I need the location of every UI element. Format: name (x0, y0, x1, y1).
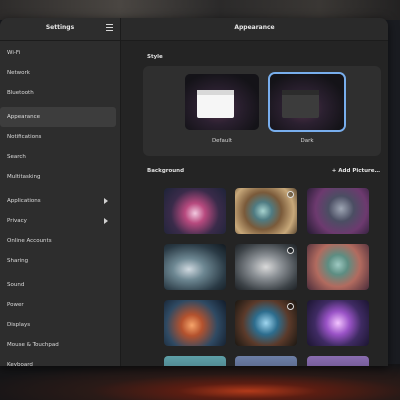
wallpaper-thumbnail[interactable] (235, 300, 297, 346)
sidebar-item-label: Keyboard (7, 362, 33, 366)
sidebar-item-label: Notifications (7, 134, 42, 140)
style-option-dark-label: Dark (300, 138, 314, 144)
add-picture-button[interactable]: + Add Picture… (332, 168, 380, 174)
sidebar-item-displays[interactable]: Displays (0, 315, 116, 335)
sidebar-item-privacy[interactable]: Privacy (0, 211, 116, 231)
style-section-label: Style (147, 54, 163, 60)
chevron-right-icon (104, 198, 108, 204)
sidebar-item-label: Online Accounts (7, 238, 52, 244)
sidebar-item-label: Mouse & Touchpad (7, 342, 59, 348)
sidebar-item-search[interactable]: Search (0, 147, 116, 167)
sidebar-item-label: Search (7, 154, 26, 160)
main-header: Appearance (121, 18, 388, 41)
sidebar-item-label: Sharing (7, 258, 29, 264)
sidebar-item-label: Power (7, 302, 24, 308)
sidebar-item-label: Network (7, 70, 30, 76)
wallpaper-thumbnail[interactable] (164, 188, 226, 234)
wallpaper-thumbnail[interactable] (307, 188, 369, 234)
main-panel: Appearance Style Default Dark Background… (121, 18, 388, 366)
sidebar-item-keyboard[interactable]: Keyboard (0, 355, 116, 366)
sidebar-header: Settings (0, 18, 120, 41)
chevron-right-icon (104, 218, 108, 224)
wallpaper-thumbnail[interactable] (307, 300, 369, 346)
sidebar-item-wifi[interactable]: Wi-Fi (0, 43, 116, 63)
wallpaper-thumbnail[interactable] (307, 244, 369, 290)
sidebar-item-mouse-touchpad[interactable]: Mouse & Touchpad (0, 335, 116, 355)
style-option-default[interactable] (185, 74, 259, 130)
sidebar-item-label: Applications (7, 198, 41, 204)
background-section-label: Background (147, 168, 185, 174)
sidebar-item-notifications[interactable]: Notifications (0, 127, 116, 147)
settings-window: Settings Wi-Fi Network Bluetooth Appeara… (0, 18, 388, 366)
day-night-indicator-icon (287, 247, 294, 254)
sidebar-item-online-accounts[interactable]: Online Accounts (0, 231, 116, 251)
sidebar-item-applications[interactable]: Applications (0, 191, 116, 211)
menu-icon[interactable] (106, 24, 113, 31)
desktop-wallpaper-top (0, 0, 400, 20)
wallpaper-thumbnail[interactable] (164, 356, 226, 366)
sidebar-item-sound[interactable]: Sound (0, 275, 116, 295)
sidebar-item-sharing[interactable]: Sharing (0, 251, 116, 271)
sidebar: Settings Wi-Fi Network Bluetooth Appeara… (0, 18, 121, 366)
style-options: Default Dark (143, 66, 381, 156)
style-option-dark[interactable] (270, 74, 344, 130)
sidebar-item-network[interactable]: Network (0, 63, 116, 83)
sidebar-item-label: Sound (7, 282, 25, 288)
page-title: Appearance (234, 24, 275, 31)
sidebar-item-label: Multitasking (7, 174, 41, 180)
day-night-indicator-icon (287, 303, 294, 310)
sidebar-item-multitasking[interactable]: Multitasking (0, 167, 116, 187)
sidebar-item-bluetooth[interactable]: Bluetooth (0, 83, 116, 103)
wallpaper-thumbnail[interactable] (164, 244, 226, 290)
style-preview-window (282, 90, 319, 118)
wallpaper-thumbnail[interactable] (235, 244, 297, 290)
wallpaper-thumbnail[interactable] (164, 300, 226, 346)
day-night-indicator-icon (287, 191, 294, 198)
sidebar-item-appearance[interactable]: Appearance (0, 107, 116, 127)
sidebar-item-label: Appearance (7, 114, 41, 120)
desktop-wallpaper-bottom (0, 364, 400, 400)
style-option-default-label: Default (211, 138, 233, 144)
sidebar-item-label: Wi-Fi (7, 50, 21, 56)
wallpaper-thumbnail[interactable] (235, 188, 297, 234)
sidebar-item-label: Privacy (7, 218, 27, 224)
sidebar-item-label: Bluetooth (7, 90, 34, 96)
sidebar-item-power[interactable]: Power (0, 295, 116, 315)
wallpaper-thumbnail[interactable] (235, 356, 297, 366)
sidebar-title: Settings (45, 24, 75, 31)
wallpaper-thumbnail[interactable] (307, 356, 369, 366)
style-preview-window (197, 90, 234, 118)
sidebar-item-label: Displays (7, 322, 31, 328)
